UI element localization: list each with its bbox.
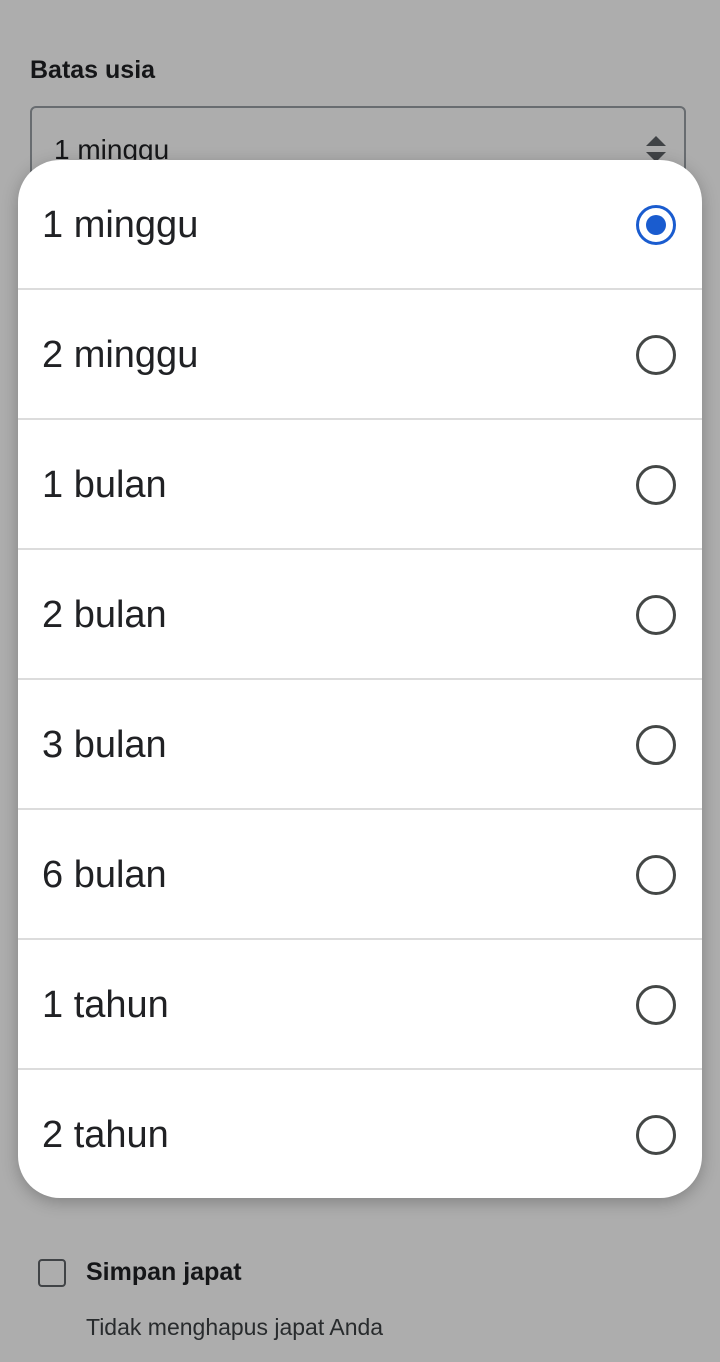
radio-dot — [646, 215, 666, 235]
radio-checked-icon[interactable] — [636, 205, 676, 245]
option-label: 6 bulan — [42, 854, 167, 896]
radio-unchecked-icon[interactable] — [636, 985, 676, 1025]
option-label: 1 minggu — [42, 204, 199, 246]
option-2-bulan[interactable]: 2 bulan — [18, 550, 702, 680]
option-6-bulan[interactable]: 6 bulan — [18, 810, 702, 940]
option-label: 2 minggu — [42, 334, 199, 376]
option-3-bulan[interactable]: 3 bulan — [18, 680, 702, 810]
radio-unchecked-icon[interactable] — [636, 465, 676, 505]
option-label: 2 tahun — [42, 1114, 169, 1156]
option-1-bulan[interactable]: 1 bulan — [18, 420, 702, 550]
option-label: 3 bulan — [42, 724, 167, 766]
radio-unchecked-icon[interactable] — [636, 335, 676, 375]
radio-unchecked-icon[interactable] — [636, 595, 676, 635]
option-2-minggu[interactable]: 2 minggu — [18, 290, 702, 420]
option-label: 2 bulan — [42, 594, 167, 636]
option-1-tahun[interactable]: 1 tahun — [18, 940, 702, 1070]
radio-unchecked-icon[interactable] — [636, 725, 676, 765]
option-label: 1 tahun — [42, 984, 169, 1026]
option-label: 1 bulan — [42, 464, 167, 506]
option-2-tahun[interactable]: 2 tahun — [18, 1070, 702, 1198]
radio-unchecked-icon[interactable] — [636, 855, 676, 895]
option-1-minggu[interactable]: 1 minggu — [18, 160, 702, 290]
radio-unchecked-icon[interactable] — [636, 1115, 676, 1155]
age-limit-options-dialog: 1 minggu 2 minggu 1 bulan 2 bulan 3 bula… — [18, 160, 702, 1198]
